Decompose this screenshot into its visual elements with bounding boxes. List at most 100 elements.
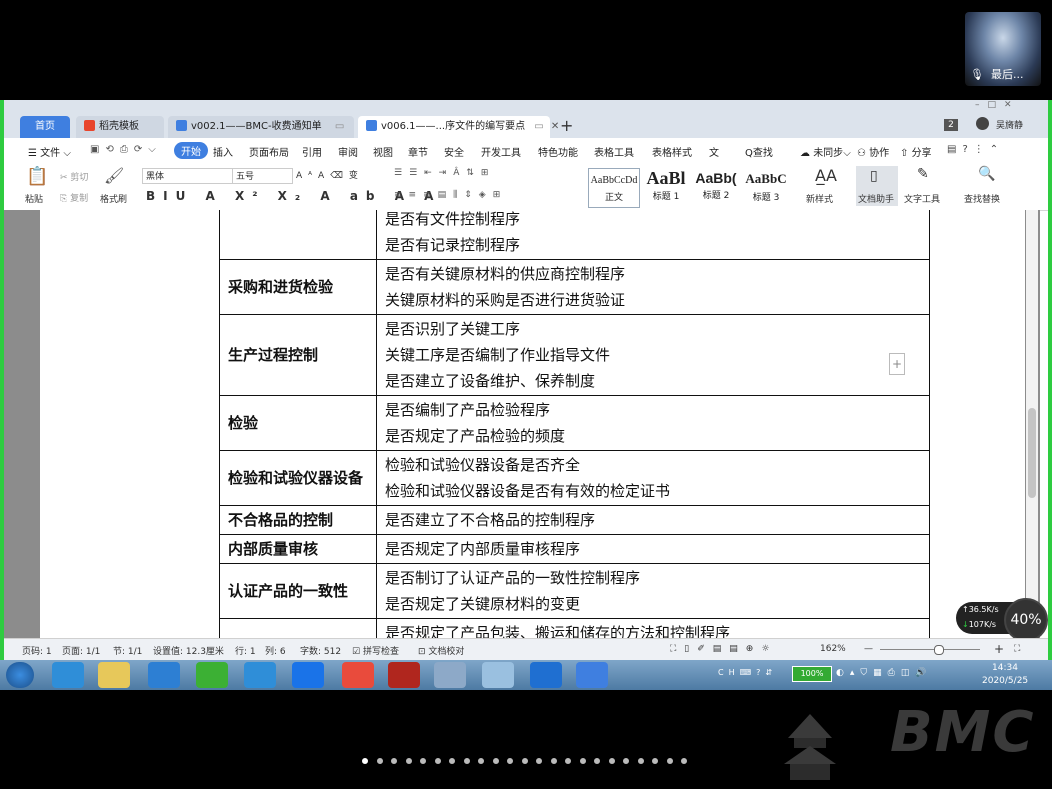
menu-references[interactable]: 引用	[302, 144, 322, 159]
find-replace-icon[interactable]: 🔍	[978, 166, 995, 182]
menu-table-tools[interactable]: 表格工具	[594, 144, 634, 159]
tab-home[interactable]: 首页	[20, 116, 70, 138]
cut-button[interactable]: ✂ 剪切	[60, 170, 88, 183]
text-tools-icon[interactable]: ✎	[917, 166, 929, 182]
tab-pin-icon[interactable]: ▭	[534, 121, 543, 132]
menu-right-icons[interactable]: ▤?⋮⌃	[947, 144, 1004, 155]
user-name[interactable]: 吴旖静	[996, 118, 1023, 131]
app-taskbar-icon[interactable]	[148, 662, 180, 688]
row-category[interactable]: 内部质量审核	[219, 534, 377, 564]
meeting-taskbar-icon[interactable]	[530, 662, 562, 688]
document-page[interactable]: 是否有文件控制程序 是否有记录控制程序 采购和进货检验 是否有关键原材料的供应商控制程…	[40, 210, 1025, 638]
page-dot[interactable]	[681, 758, 687, 764]
doc-helper-button[interactable]: ▯ 文档助手	[856, 166, 898, 206]
menu-special[interactable]: 特色功能	[538, 144, 578, 159]
paste-button[interactable]: 粘贴	[25, 192, 43, 205]
sync-status[interactable]: ☁ 未同步⌵	[800, 144, 851, 159]
tab-close-icon[interactable]: ✕	[551, 121, 559, 132]
row-category[interactable]: 不合格品的控制	[219, 505, 377, 535]
page-dot[interactable]	[666, 758, 673, 764]
wechat-taskbar-icon[interactable]	[196, 662, 228, 688]
page-dot[interactable]	[623, 758, 629, 764]
menu-developer[interactable]: 开发工具	[481, 144, 521, 159]
copy-button[interactable]: ⎘ 复制	[60, 191, 88, 204]
page-dot[interactable]	[565, 758, 571, 764]
style-heading-1[interactable]: AaBl 标题 1	[641, 168, 691, 206]
menu-start[interactable]: 开始	[174, 142, 208, 159]
page-indicator-dots[interactable]	[362, 757, 692, 767]
quick-access-icons[interactable]: ▣⟲⎙⟳⌵	[90, 144, 162, 155]
zoom-in-button[interactable]: +	[994, 642, 1004, 656]
paragraph-align-icons[interactable]: ≡≡≡▤⫼⇕◈⊞	[394, 190, 507, 200]
menu-table-style[interactable]: 表格样式	[652, 144, 692, 159]
page-dot[interactable]	[376, 758, 383, 764]
page-dot[interactable]	[478, 758, 484, 764]
font-adjust-icons[interactable]: AᴬA⌫变	[296, 168, 364, 181]
format-painter-button[interactable]: 格式刷	[100, 192, 127, 205]
style-heading-3[interactable]: AaBbC 标题 3	[741, 168, 791, 206]
page-dot[interactable]	[463, 758, 470, 764]
control-panel-taskbar-icon[interactable]	[434, 662, 466, 688]
add-column-button[interactable]: +	[889, 353, 905, 375]
menu-insert[interactable]: 插入	[213, 144, 233, 159]
tab-document-1[interactable]: v002.1——BMC-收费通知单 ▭	[168, 116, 354, 138]
paint-taskbar-icon[interactable]	[482, 662, 514, 688]
row-checkpoints[interactable]: 是否有关键原材料的供应商控制程序 关键原材料的采购是否进行进货验证	[376, 259, 930, 315]
photo-taskbar-icon[interactable]	[342, 662, 374, 688]
style-normal[interactable]: AaBbCcDd 正文	[588, 168, 640, 208]
row-category[interactable]: 检验	[219, 395, 377, 451]
spell-check-button[interactable]: ☑ 拼写检查	[352, 644, 399, 657]
menu-chapter[interactable]: 章节	[408, 144, 428, 159]
text-tools-button[interactable]: 文字工具	[904, 192, 940, 205]
start-button[interactable]	[6, 662, 34, 688]
page-dot[interactable]	[492, 758, 499, 764]
doc-proof-button[interactable]: ⊡ 文档校对	[418, 644, 464, 657]
ie-taskbar-icon[interactable]	[52, 662, 84, 688]
row-checkpoints[interactable]: 是否识别了关键工序 关键工序是否编制了作业指导文件 是否建立了设备维护、保养制度	[376, 314, 930, 396]
new-style-icon[interactable]: A̲A	[815, 166, 837, 185]
clock-date[interactable]: 2020/5/25	[982, 676, 1028, 686]
menu-text[interactable]: 文	[709, 144, 719, 159]
style-heading-2[interactable]: AaBb( 标题 2	[691, 168, 741, 206]
window-count-badge[interactable]: 2	[944, 119, 958, 131]
wps-writer-taskbar-icon[interactable]	[576, 662, 608, 688]
row-checkpoints[interactable]: 是否建立了不合格品的控制程序	[376, 505, 930, 535]
row-category[interactable]	[219, 618, 377, 638]
browser-taskbar-icon[interactable]	[244, 662, 276, 688]
row-checkpoints[interactable]: 是否编制了产品检验程序 是否规定了产品检验的频度	[376, 395, 930, 451]
page-dot[interactable]	[434, 758, 441, 764]
collab-button[interactable]: ⚇ 协作	[857, 144, 889, 159]
page-dot[interactable]	[507, 758, 513, 764]
user-avatar[interactable]	[976, 117, 989, 130]
zoom-level[interactable]: 162%	[820, 644, 846, 654]
sogou-taskbar-icon[interactable]	[292, 662, 324, 688]
row-category[interactable]	[219, 210, 377, 260]
fullscreen-icon[interactable]: ⛶	[1014, 644, 1020, 654]
vertical-scroll-thumb[interactable]	[1028, 408, 1036, 498]
new-tab-button[interactable]: +	[560, 116, 573, 135]
menu-file[interactable]: ☰ 文件 ⌵	[28, 144, 71, 159]
view-mode-icons[interactable]: ⛶▯✐▤▤⊕☼	[670, 644, 777, 654]
page-dot[interactable]	[362, 758, 368, 764]
zoom-slider-thumb[interactable]	[934, 645, 944, 655]
page-dot[interactable]	[521, 758, 528, 764]
menu-security[interactable]: 安全	[444, 144, 464, 159]
page-dot[interactable]	[405, 758, 412, 764]
row-checkpoints[interactable]: 是否规定了产品包装、搬运和储存的方法和控制程序	[376, 618, 930, 638]
page-dot[interactable]	[420, 758, 426, 764]
menu-page-layout[interactable]: 页面布局	[249, 144, 289, 159]
page-dot[interactable]	[550, 758, 557, 764]
row-category[interactable]: 生产过程控制	[219, 314, 377, 396]
zoom-out-button[interactable]: —	[864, 644, 873, 654]
tab-document-2[interactable]: v006.1——...序文件的编写要点 ▭ ✕	[358, 116, 559, 138]
row-category[interactable]: 认证产品的一致性	[219, 563, 377, 619]
page-dot[interactable]	[594, 758, 600, 764]
share-button[interactable]: ⇧ 分享	[900, 144, 932, 159]
page-dot[interactable]	[536, 758, 542, 764]
clock-time[interactable]: 14:34	[992, 663, 1018, 673]
page-dot[interactable]	[449, 758, 455, 764]
row-checkpoints[interactable]: 是否规定了内部质量审核程序	[376, 534, 930, 564]
paragraph-list-icons[interactable]: ☰☰⇤⇥Â⇅⊞	[394, 168, 495, 178]
format-painter-icon[interactable]: 🖌	[104, 166, 124, 185]
system-tray-icons[interactable]: CH⌨?⇵	[718, 668, 777, 677]
